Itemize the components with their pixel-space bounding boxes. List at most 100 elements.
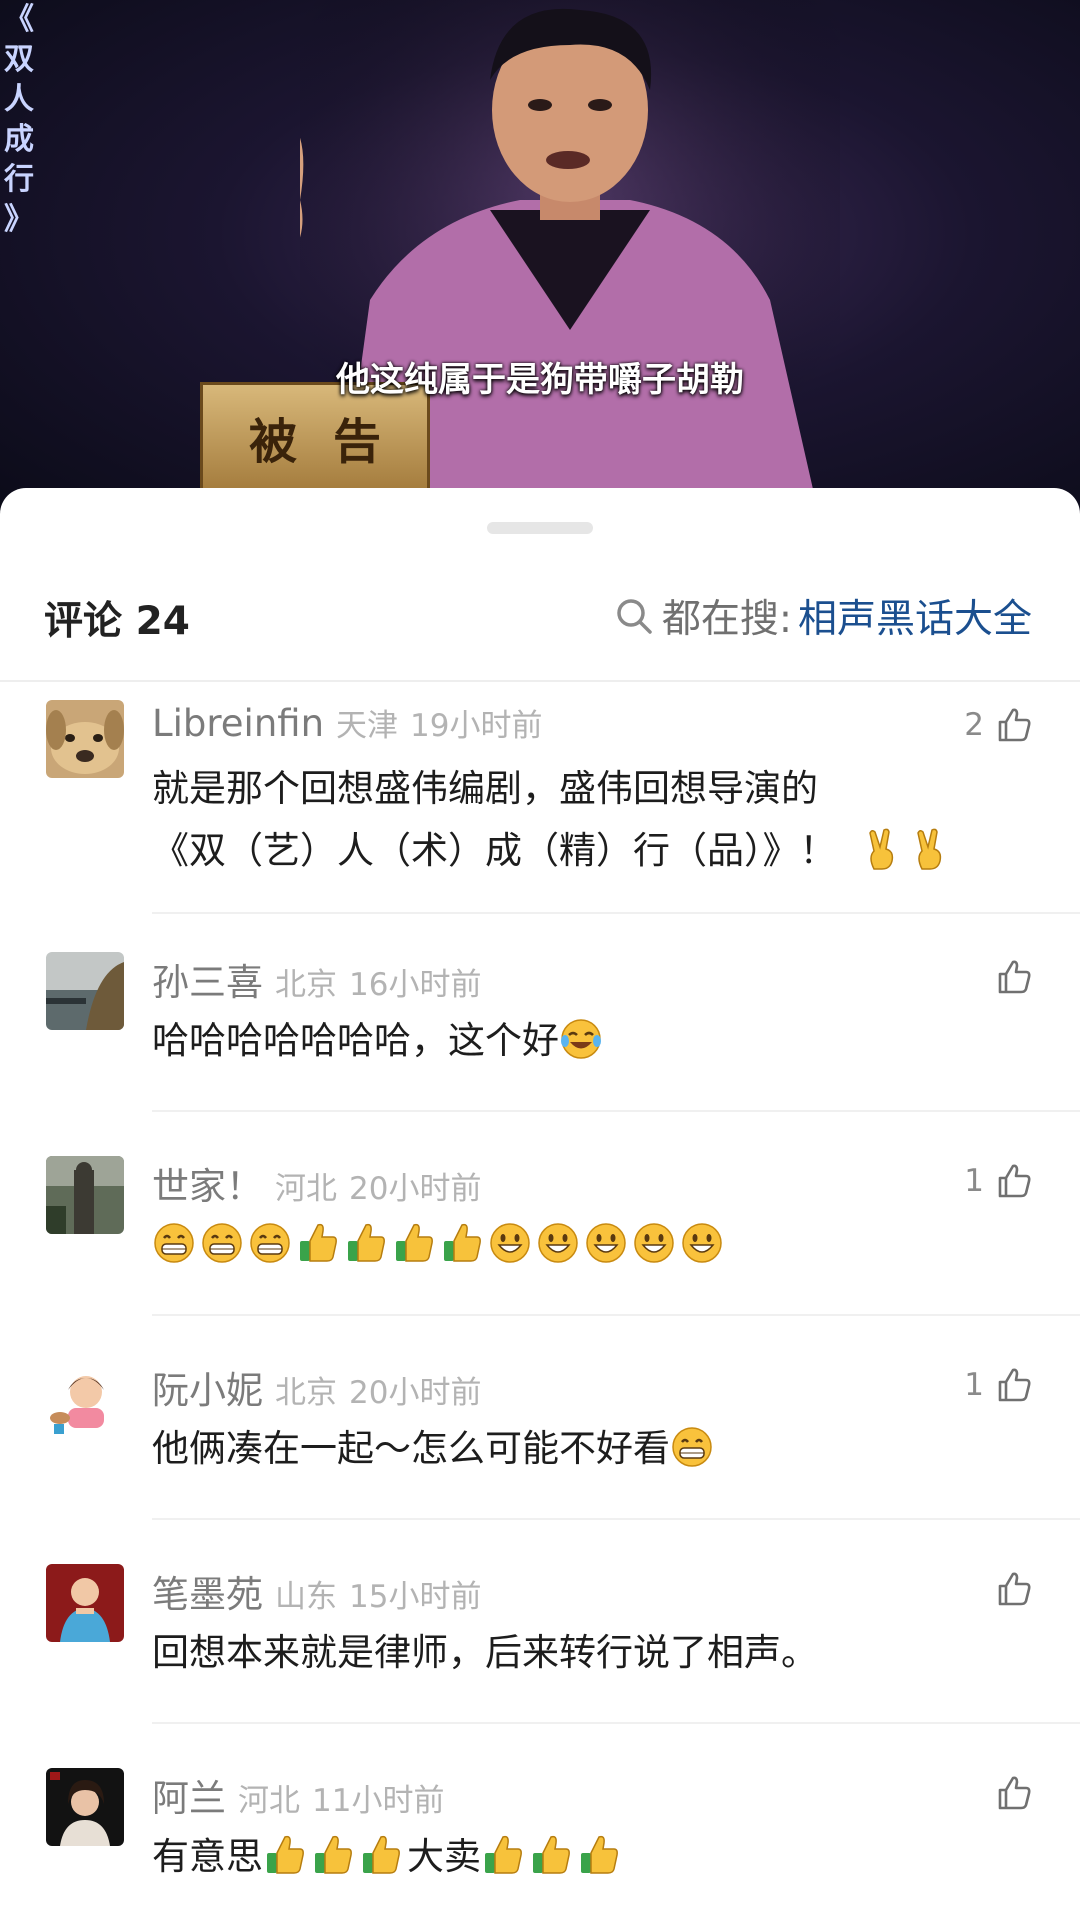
vertical-title-char: 》: [4, 202, 34, 237]
smile-emoji: [632, 1221, 676, 1265]
comment-meta: 阿兰 河北 11小时前: [152, 1768, 445, 1820]
thumbs-up-emoji: [263, 1833, 307, 1877]
username[interactable]: 阿兰: [152, 1768, 226, 1822]
vertical-title-char: 人: [4, 82, 34, 117]
trending-search-chip[interactable]: 都在搜: 相声黑话大全: [614, 588, 1032, 644]
comment-text: 哈哈哈哈哈哈哈，这个好: [152, 1010, 1022, 1072]
avatar[interactable]: [46, 952, 124, 1030]
like-button[interactable]: [994, 952, 1034, 1002]
comment-line-text: 《双（艺）人（术）成（精）行（品）》！: [152, 829, 837, 872]
thumbs-up-emoji: [577, 1833, 621, 1877]
grin-emoji: [248, 1221, 292, 1265]
comment-line-text: 大卖: [407, 1835, 481, 1878]
comment-text: 他俩凑在一起～怎么可能不好看: [152, 1418, 1022, 1480]
portrait-avatar-image: [46, 1768, 124, 1846]
like-count: 1: [964, 1163, 984, 1199]
location: 河北: [238, 1783, 300, 1819]
vertical-title-char: 《: [4, 2, 34, 37]
avatar[interactable]: [46, 1360, 124, 1438]
location: 北京: [275, 967, 337, 1003]
comment-line: 就是那个回想盛伟编剧，盛伟回想导演的: [152, 767, 818, 810]
comment-line-text: 回想本来就是律师，后来转行说了相声。: [152, 1631, 818, 1674]
avatar[interactable]: [46, 1768, 124, 1846]
thumbs-up-emoji: [392, 1221, 436, 1265]
comment-meta: 世家！ 河北 20小时前: [152, 1156, 482, 1208]
comment-divider: [152, 1110, 1080, 1112]
comment-text: 有意思 大卖: [152, 1826, 1022, 1888]
comment-count-title: 评论 24: [44, 599, 190, 644]
victory-hand-emoji: [860, 827, 904, 871]
comment-text: [152, 1214, 1022, 1276]
comment-divider: [152, 912, 1080, 914]
timestamp: 16小时前: [349, 967, 482, 1003]
comment-meta: 孙三喜 北京 16小时前: [152, 952, 482, 1004]
comment-sheet: 评论 24 都在搜: 相声黑话大全 Libreinfin 天津 19小时前 2 …: [0, 488, 1080, 1914]
location: 天津: [336, 708, 399, 744]
thumbs-up-outline-icon: [998, 1572, 1031, 1606]
grin-emoji: [670, 1425, 714, 1469]
thumbs-up-outline-icon: [998, 1776, 1031, 1810]
thumbs-up-outline-icon: [998, 960, 1031, 994]
drag-handle[interactable]: [487, 522, 593, 534]
search-prefix-label: 都在搜:: [661, 597, 792, 642]
comment-line-text: 哈哈哈哈哈哈哈，这个好: [152, 1019, 559, 1062]
like-button[interactable]: 2: [964, 700, 1034, 750]
search-keyword-link[interactable]: 相声黑话大全: [798, 588, 1032, 644]
vertical-title-char: 双: [4, 42, 34, 77]
performer-avatar-image: [46, 1564, 124, 1642]
thumbs-up-emoji: [359, 1833, 403, 1877]
grin-emoji: [152, 1221, 196, 1265]
username[interactable]: 阮小妮: [152, 1360, 263, 1414]
username[interactable]: 世家！: [152, 1156, 263, 1210]
video-player[interactable]: 《 双 人 成 行 》 被告 他这纯属于是狗带嚼子胡勒: [0, 0, 1080, 520]
thumbs-up-outline-icon: [998, 708, 1031, 742]
video-subtitle: 他这纯属于是狗带嚼子胡勒: [336, 360, 744, 400]
timestamp: 15小时前: [349, 1579, 482, 1615]
smile-emoji: [680, 1221, 724, 1265]
comment-divider: [152, 1518, 1080, 1520]
avatar[interactable]: [46, 1564, 124, 1642]
timestamp: 20小时前: [349, 1375, 482, 1411]
location: 河北: [275, 1171, 337, 1207]
lake-avatar-image: [46, 952, 124, 1030]
like-button[interactable]: [994, 1768, 1034, 1818]
dog-avatar-image: [46, 700, 124, 778]
avatar[interactable]: [46, 700, 124, 778]
timestamp: 11小时前: [312, 1783, 445, 1819]
victory-hand-emoji: [908, 827, 952, 871]
username[interactable]: 笔墨苑: [152, 1564, 263, 1618]
timestamp: 20小时前: [349, 1171, 482, 1207]
smile-emoji: [536, 1221, 580, 1265]
comment-text: 就是那个回想盛伟编剧，盛伟回想导演的 《双（艺）人（术）成（精）行（品）》！: [152, 758, 1022, 882]
search-icon: [617, 599, 652, 634]
smile-emoji: [584, 1221, 628, 1265]
grin-emoji: [200, 1221, 244, 1265]
comment-text: 回想本来就是律师，后来转行说了相声。: [152, 1622, 1022, 1684]
header-divider: [0, 680, 1080, 682]
comment-header: 评论 24 都在搜: 相声黑话大全: [0, 578, 1080, 648]
avatar[interactable]: [46, 1156, 124, 1234]
vertical-title-char: 行: [4, 162, 34, 197]
username[interactable]: 孙三喜: [152, 952, 263, 1006]
video-vertical-title: 《 双 人 成 行 》: [2, 0, 36, 240]
desk-sign-text: 被告: [248, 414, 417, 470]
tears-of-joy-emoji: [559, 1017, 603, 1061]
comment-divider: [152, 1314, 1080, 1316]
statue-avatar-image: [46, 1156, 124, 1234]
smile-emoji: [488, 1221, 532, 1265]
location: 山东: [275, 1579, 337, 1615]
comment-line-text: 有意思: [152, 1835, 263, 1878]
like-button[interactable]: [994, 1564, 1034, 1614]
comment-line-text: 他俩凑在一起～怎么可能不好看: [152, 1427, 670, 1470]
vertical-title-char: 成: [4, 122, 34, 157]
comment-line: 《双（艺）人（术）成（精）行（品）》！: [152, 820, 1022, 882]
username[interactable]: Libreinfin: [152, 702, 324, 745]
like-count: 1: [964, 1367, 984, 1403]
thumbs-up-outline-icon: [998, 1368, 1031, 1402]
comment-meta: 阮小妮 北京 20小时前: [152, 1360, 482, 1412]
like-button[interactable]: 1: [964, 1360, 1034, 1410]
thumbs-up-emoji: [296, 1221, 340, 1265]
thumbs-up-emoji: [481, 1833, 525, 1877]
like-button[interactable]: 1: [964, 1156, 1034, 1206]
thumbs-up-emoji: [311, 1833, 355, 1877]
